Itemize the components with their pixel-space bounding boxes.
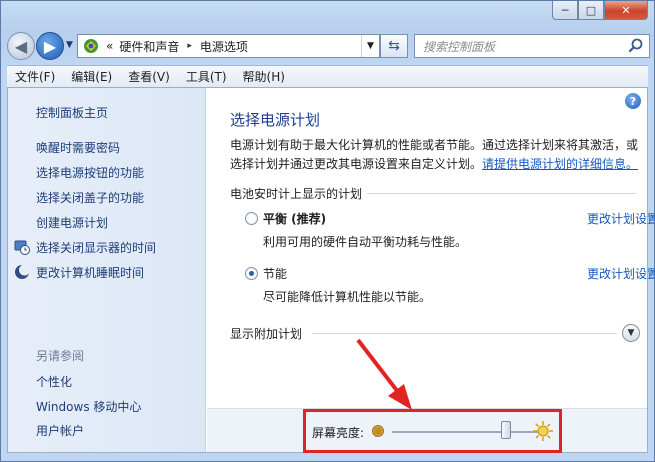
show-additional-plans-label[interactable]: 显示附加计划: [230, 325, 302, 342]
sidebar-item-user-accounts[interactable]: 用户帐户: [36, 422, 84, 439]
arrow-right-icon: ▶: [43, 36, 57, 56]
caption-buttons: ─ □ ✕: [552, 1, 648, 20]
plan-power-saver-description: 尽可能降低计算机性能以节能。: [263, 290, 432, 304]
search-placeholder: 搜索控制面板: [423, 39, 496, 54]
search-input[interactable]: 搜索控制面板: [414, 34, 650, 58]
minimize-button[interactable]: ─: [552, 1, 578, 20]
plan-balanced: 平衡 (推荐) 利用可用的硬件自动平衡功耗与性能。 更改计划设置: [245, 210, 655, 250]
arrow-left-icon: ◀: [14, 36, 28, 56]
sidebar-item-display-off-time[interactable]: 选择关闭显示器的时间: [36, 239, 156, 256]
address-bar[interactable]: « 硬件和声音 ▸ 电源选项 ▼: [77, 34, 380, 58]
breadcrumb-hardware-sound[interactable]: 硬件和声音: [119, 38, 179, 55]
control-panel-window: ─ □ ✕ ◀ ▶ ▼ « 硬件和声音 ▸ 电源选项 ▼ ⇆ 搜索控制面板 文件…: [0, 0, 655, 462]
sidebar-item-mobility-center[interactable]: Windows 移动中心: [36, 398, 141, 415]
refresh-button[interactable]: ⇆: [380, 34, 408, 58]
group-divider: [367, 193, 636, 194]
plan-balanced-description: 利用可用的硬件自动平衡功耗与性能。: [263, 235, 468, 249]
see-also-heading: 另请参阅: [36, 349, 85, 363]
page-title: 选择电源计划: [230, 111, 321, 129]
plan-balanced-name[interactable]: 平衡 (推荐): [263, 210, 326, 227]
plan-balanced-change-settings-link[interactable]: 更改计划设置: [587, 210, 655, 227]
sidebar-item-create-plan[interactable]: 创建电源计划: [36, 214, 108, 231]
menu-tools[interactable]: 工具(T): [186, 68, 227, 85]
plan-balanced-radio[interactable]: [245, 212, 258, 225]
sidebar: 控制面板主页 唤醒时需要密码 选择电源按钮的功能 选择关闭盖子的功能 创建电源计…: [8, 88, 206, 452]
menu-view[interactable]: 查看(V): [128, 68, 170, 85]
breadcrumb-separator-icon[interactable]: ▸: [187, 41, 192, 51]
sidebar-item-power-button[interactable]: 选择电源按钮的功能: [36, 164, 144, 181]
menu-file[interactable]: 文件(F): [15, 68, 55, 85]
moon-sleep-icon: [14, 264, 30, 280]
forward-button[interactable]: ▶: [36, 32, 64, 60]
sidebar-item-control-panel-home[interactable]: 控制面板主页: [36, 104, 108, 121]
additional-plans-divider: [312, 333, 617, 334]
address-dropdown-button[interactable]: ▼: [361, 35, 379, 57]
plan-power-saver: 节能 尽可能降低计算机性能以节能。 更改计划设置: [245, 265, 655, 305]
recent-pages-dropdown[interactable]: ▼: [66, 40, 73, 50]
content-area: 控制面板主页 唤醒时需要密码 选择电源按钮的功能 选择关闭盖子的功能 创建电源计…: [7, 87, 655, 453]
address-chevrons[interactable]: «: [106, 39, 113, 53]
plan-power-saver-change-settings-link[interactable]: 更改计划设置: [587, 265, 655, 282]
search-icon[interactable]: [627, 37, 645, 55]
sidebar-item-wake-password[interactable]: 唤醒时需要密码: [36, 139, 120, 156]
maximize-button[interactable]: □: [578, 1, 604, 20]
expand-chevron-down-icon[interactable]: ▼: [622, 324, 640, 342]
display-clock-icon: [14, 239, 30, 255]
page-description: 电源计划有助于最大化计算机的性能或者节能。通过选择计划来将其激活，或 选择计划并…: [230, 136, 645, 174]
description-line-2: 选择计划并通过更改其电源设置来自定义计划。: [230, 157, 483, 171]
navigation-row: ◀ ▶ ▼ « 硬件和声音 ▸ 电源选项 ▼ ⇆ 搜索控制面板: [7, 31, 650, 61]
menu-bar: 文件(F) 编辑(E) 查看(V) 工具(T) 帮助(H): [7, 65, 648, 87]
back-button[interactable]: ◀: [7, 32, 35, 60]
refresh-icon: ⇆: [388, 38, 400, 54]
sidebar-item-sleep-time[interactable]: 更改计算机睡眠时间: [36, 264, 144, 281]
plan-power-saver-name[interactable]: 节能: [263, 265, 287, 282]
highlight-box: [303, 409, 562, 453]
description-line-1: 电源计划有助于最大化计算机的性能或者节能。通过选择计划来将其激活，或: [230, 138, 639, 152]
plan-power-saver-radio[interactable]: [245, 267, 258, 280]
menu-edit[interactable]: 编辑(E): [71, 68, 112, 85]
help-icon[interactable]: ?: [625, 93, 641, 109]
plan-details-link[interactable]: 请提供电源计划的详细信息。: [482, 157, 638, 171]
control-panel-icon: [82, 37, 100, 55]
menu-help[interactable]: 帮助(H): [243, 68, 285, 85]
sidebar-item-lid-close[interactable]: 选择关闭盖子的功能: [36, 189, 144, 206]
battery-plans-group-label: 电池安时计上显示的计划: [230, 187, 363, 201]
close-button[interactable]: ✕: [604, 1, 648, 20]
breadcrumb-power-options[interactable]: 电源选项: [200, 38, 248, 55]
main-panel: ? 选择电源计划 电源计划有助于最大化计算机的性能或者节能。通过选择计划来将其激…: [207, 88, 655, 452]
sidebar-item-personalization[interactable]: 个性化: [36, 373, 72, 390]
